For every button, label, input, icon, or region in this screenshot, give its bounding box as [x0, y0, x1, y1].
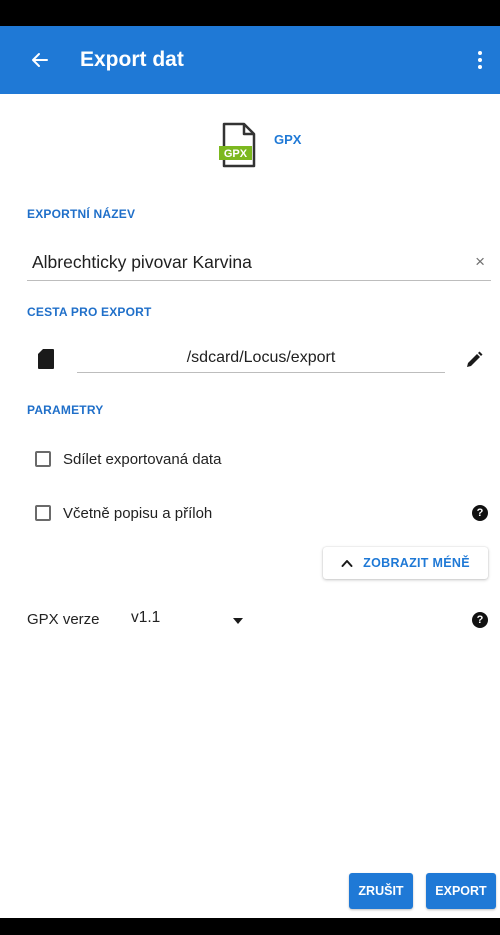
sd-card-icon — [38, 349, 54, 369]
app-bar: Export dat — [0, 26, 500, 94]
gpx-version-help-icon[interactable]: ? — [472, 612, 488, 628]
share-data-label: Sdílet exportovaná data — [63, 450, 222, 468]
help-icon[interactable]: ? — [472, 505, 488, 521]
export-path-row: /sdcard/Locus/export — [27, 340, 491, 380]
export-name-section-label: EXPORTNÍ NÁZEV — [27, 207, 136, 221]
status-bar — [0, 0, 500, 26]
parameters-section-label: PARAMETRY — [27, 403, 104, 417]
gpx-version-select[interactable]: v1.1 — [131, 609, 160, 627]
share-data-checkbox[interactable] — [35, 451, 51, 467]
clear-icon[interactable]: × — [475, 252, 485, 272]
gpx-version-label: GPX verze — [27, 611, 100, 628]
include-description-option[interactable]: Včetně popisu a příloh — [35, 500, 212, 526]
show-less-label: ZOBRAZIT MÉNĚ — [363, 556, 470, 570]
export-dialog-screen: Export dat GPX GPX EXPORTNÍ NÁZEV Albrec… — [0, 0, 500, 935]
gpx-version-row: GPX verze v1.1 — [27, 605, 491, 635]
export-name-value: Albrechticky pivovar Karvina — [32, 252, 252, 272]
share-data-option[interactable]: Sdílet exportovaná data — [35, 446, 221, 472]
gpx-file-icon: GPX — [219, 122, 256, 168]
format-label: GPX — [274, 131, 302, 147]
cancel-button[interactable]: ZRUŠIT — [349, 873, 413, 909]
overflow-menu-icon[interactable] — [470, 42, 490, 78]
format-selector[interactable]: GPX GPX — [218, 121, 301, 169]
include-description-label: Včetně popisu a příloh — [63, 504, 213, 522]
include-description-checkbox[interactable] — [35, 505, 51, 521]
navigation-bar — [0, 918, 500, 935]
export-path-value: /sdcard/Locus/export — [186, 349, 336, 366]
export-button[interactable]: EXPORT — [426, 873, 496, 909]
chevron-down-icon[interactable] — [233, 618, 243, 624]
pencil-edit-icon[interactable] — [464, 350, 484, 370]
page-title: Export dat — [80, 48, 184, 71]
back-arrow-icon[interactable] — [28, 42, 52, 78]
show-less-button[interactable]: ZOBRAZIT MÉNĚ — [323, 547, 488, 579]
export-name-field[interactable]: Albrechticky pivovar Karvina × — [27, 250, 491, 281]
export-path-field[interactable]: /sdcard/Locus/export — [77, 344, 445, 373]
chevron-up-icon — [341, 560, 353, 567]
svg-text:GPX: GPX — [224, 148, 248, 160]
export-path-section-label: CESTA PRO EXPORT — [27, 305, 152, 319]
